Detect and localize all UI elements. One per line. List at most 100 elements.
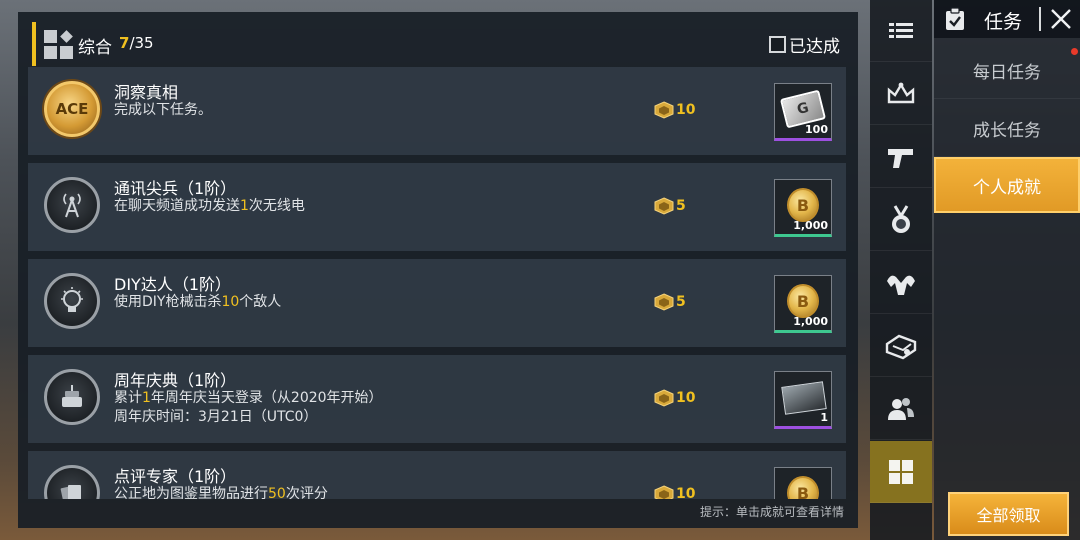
achievement-description: 累计1年周年庆当天登录（从2020年开始） 周年庆时间：3月21日（UTC0） <box>114 389 383 427</box>
grid-icon <box>885 456 917 488</box>
reward-slot[interactable]: B <box>774 467 832 499</box>
description-text: 次无线电 <box>248 198 305 214</box>
achieved-filter-toggle[interactable]: 已达成 <box>769 32 840 57</box>
pistol-category-button[interactable] <box>870 126 932 188</box>
achievement-points: 5 <box>654 197 686 215</box>
vehicle-category-button[interactable] <box>870 315 932 377</box>
achievement-point-icon <box>654 197 674 215</box>
description-text: 次评分 <box>285 486 328 499</box>
description-secondary: 周年庆时间：3月21日（UTC0） <box>114 409 318 425</box>
description-text: 个敌人 <box>239 294 282 310</box>
points-value: 10 <box>676 390 696 406</box>
anniversary-cake-badge-icon <box>44 369 100 425</box>
reward-slot[interactable]: B 1,000 <box>774 179 832 237</box>
category-icon-column <box>870 0 932 540</box>
achievement-row[interactable]: DIY达人（1阶） 使用DIY枪械击杀10个敌人 5 B 1,000 <box>28 259 846 347</box>
achievement-panel: 综合 7/35 已达成 ACE 洞察真相 完成以下任务。 10 G 100 通讯尖兵（1阶）… <box>18 12 858 528</box>
description-text: 在聊天频道成功发送 <box>114 198 240 214</box>
task-title: 任务 <box>984 11 1023 33</box>
tab-growth-tasks[interactable]: 成长任务 <box>934 101 1080 157</box>
achieved-filter-label: 已达成 <box>789 36 840 57</box>
reward-count: 1 <box>820 411 828 424</box>
medal-icon <box>885 204 917 236</box>
description-text: 使用DIY枪械击杀 <box>114 294 222 310</box>
reward-slot[interactable]: G 100 <box>774 83 832 141</box>
achievement-description: 使用DIY枪械击杀10个敌人 <box>114 293 281 312</box>
achievement-title: 通讯尖兵（1阶） <box>114 179 237 198</box>
achievement-points: 10 <box>654 389 695 407</box>
bp-coin-icon: B <box>787 188 819 222</box>
bp-coin-icon: B <box>787 476 819 499</box>
supply-crate-icon <box>781 381 827 415</box>
reward-slot[interactable]: 1 <box>774 371 832 429</box>
description-highlight: 1 <box>142 390 151 406</box>
achievement-point-icon <box>654 389 674 407</box>
category-progress: 7/35 <box>119 34 154 52</box>
notification-dot <box>1071 48 1078 55</box>
description-highlight: 50 <box>268 486 286 499</box>
friends-icon <box>885 393 917 425</box>
pistol-icon <box>885 141 917 173</box>
description-text: 完成以下任务。 <box>114 102 212 118</box>
achievement-description: 完成以下任务。 <box>114 101 212 120</box>
task-sidebar-header: 任务 <box>934 0 1080 38</box>
header-divider <box>1039 7 1041 31</box>
tab-label: 成长任务 <box>973 121 1041 141</box>
medal-category-button[interactable] <box>870 189 932 251</box>
achievement-points: 10 <box>654 485 695 499</box>
friends-category-button[interactable] <box>870 378 932 440</box>
crown-category-button[interactable] <box>870 63 932 125</box>
progress-total: /35 <box>129 34 154 52</box>
achievement-points: 10 <box>654 101 695 119</box>
task-sidebar: 任务 每日任务成长任务个人成就 <box>934 0 1080 540</box>
achievement-row[interactable]: ACE 洞察真相 完成以下任务。 10 G 100 <box>28 67 846 155</box>
claim-all-button[interactable]: 全部领取 <box>948 492 1069 536</box>
panel-header: 综合 7/35 已达成 <box>32 22 842 66</box>
achieved-checkbox[interactable] <box>769 35 786 53</box>
progress-done: 7 <box>119 34 130 52</box>
grid-category-button[interactable] <box>870 441 932 503</box>
points-value: 10 <box>676 102 696 118</box>
clipboard-check-icon <box>946 7 964 30</box>
achievement-description: 在聊天频道成功发送1次无线电 <box>114 197 305 216</box>
review-cards-badge-icon <box>44 465 100 499</box>
achievement-points: 5 <box>654 293 686 311</box>
category-label: 综合 <box>78 38 112 58</box>
reward-count: 100 <box>805 123 828 136</box>
gold-ace-badge-icon: ACE <box>44 81 100 137</box>
reward-slot[interactable]: B 1,000 <box>774 275 832 333</box>
bp-coin-icon: B <box>787 284 819 318</box>
points-value: 5 <box>676 198 686 214</box>
achievement-row[interactable]: 点评专家（1阶） 公正地为图鉴里物品进行50次评分 10 B <box>28 451 846 499</box>
description-highlight: 1 <box>240 198 249 214</box>
achievement-point-icon <box>654 293 674 311</box>
close-icon[interactable] <box>1048 6 1074 32</box>
radio-tower-badge-icon <box>44 177 100 233</box>
description-highlight: 10 <box>221 294 240 310</box>
achievement-row[interactable]: 通讯尖兵（1阶） 在聊天频道成功发送1次无线电 5 B 1,000 <box>28 163 846 251</box>
achievement-title: DIY达人（1阶） <box>114 275 231 294</box>
achievement-title: 周年庆典（1阶） <box>114 371 237 390</box>
tab-daily-tasks[interactable]: 每日任务 <box>934 43 1080 99</box>
tab-personal-achievements[interactable]: 个人成就 <box>934 157 1080 213</box>
description-text: 年周年庆当天登录（从2020年开始） <box>150 390 383 406</box>
achievement-row[interactable]: 周年庆典（1阶） 累计1年周年庆当天登录（从2020年开始） 周年庆时间：3月21日… <box>28 355 846 443</box>
vehicle-icon <box>885 330 917 362</box>
points-value: 5 <box>676 294 686 310</box>
tab-label: 个人成就 <box>973 177 1041 198</box>
menu-list-category-button[interactable] <box>870 0 932 62</box>
tab-label: 每日任务 <box>973 63 1041 83</box>
reward-count: 1,000 <box>793 219 828 232</box>
diy-bulb-badge-icon <box>44 273 100 329</box>
achievement-point-icon <box>654 485 674 499</box>
crown-icon <box>885 78 917 110</box>
achievement-point-icon <box>654 101 674 119</box>
category-grid-icon <box>44 30 74 60</box>
description-text: 累计 <box>114 390 142 406</box>
footer-hint: 提示：单击成就可查看详情 <box>699 505 844 519</box>
achievement-title: 点评专家（1阶） <box>114 467 237 486</box>
description-text: 公正地为图鉴里物品进行 <box>114 486 268 499</box>
muscle-category-button[interactable] <box>870 252 932 314</box>
achievement-description: 公正地为图鉴里物品进行50次评分 <box>114 485 328 499</box>
achievement-list[interactable]: ACE 洞察真相 完成以下任务。 10 G 100 通讯尖兵（1阶） 在聊天频道成功发送1次无… <box>28 67 846 499</box>
